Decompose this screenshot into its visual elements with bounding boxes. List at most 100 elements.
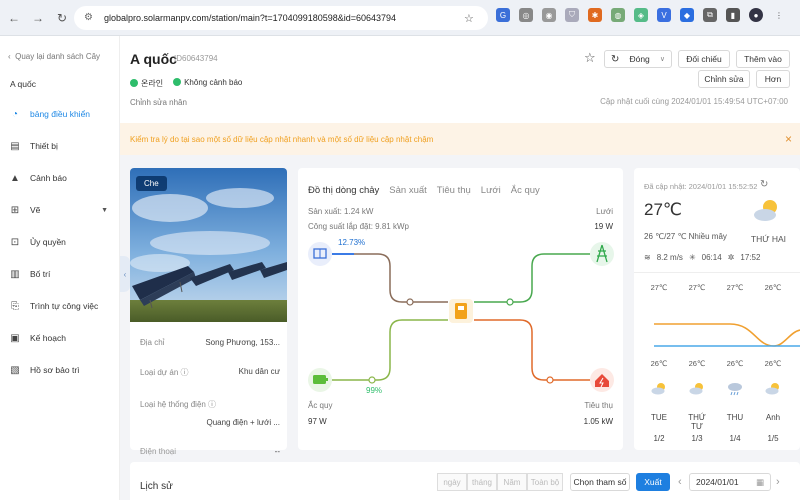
refresh-icon[interactable]: ↻ [760, 179, 768, 190]
sidebar-item-layout[interactable]: ▥ Bố trí [0, 264, 120, 284]
segment-year[interactable]: Năm [497, 473, 527, 491]
workflow-icon: ⎘ [11, 300, 19, 312]
notice-text[interactable]: Kiểm tra lý do tại sao một số dữ liệu cậ… [130, 135, 433, 144]
prev-date-icon[interactable]: ‹ [678, 476, 682, 488]
forecast-low: 26℃ [726, 359, 744, 368]
wind-speed: 8.2 m/s [656, 253, 683, 262]
forecast-low: 26℃ [764, 359, 782, 368]
online-status-label: 온라인 [141, 79, 164, 88]
forecast-day: THU [726, 413, 744, 422]
extension-icon[interactable]: ◉ [542, 8, 556, 22]
station-id: ID60643794 [174, 54, 218, 63]
sidebar-item-alerts[interactable]: ▲ Cảnh báo [0, 168, 120, 188]
weather-divider [634, 272, 800, 273]
extensions-puzzle-icon[interactable]: ⧉ [703, 8, 717, 22]
segment-day[interactable]: ngày [437, 473, 467, 491]
translate-extension-icon[interactable]: G [496, 8, 510, 22]
weather-temperature: 27℃ [644, 200, 683, 219]
authorize-icon: ⊡ [10, 236, 20, 248]
forward-arrow-icon[interactable]: → [28, 8, 48, 28]
alert-status: Không cảnh báo [173, 78, 242, 89]
back-to-list-link[interactable]: ‹ Quay lại danh sách Cây [8, 52, 100, 61]
edit-person-link[interactable]: Chỉnh sửa nhân [130, 98, 187, 107]
sidebar-item-label: bảng điều khiển [30, 109, 91, 119]
inverter-icon [455, 303, 467, 319]
photo-badge[interactable]: Che [136, 176, 167, 191]
back-to-list-label: Quay lại danh sách Cây [15, 52, 101, 61]
date-picker[interactable]: 2024/01/01 ▦ [689, 473, 771, 491]
edit-button[interactable]: Chỉnh sửa [698, 70, 750, 88]
close-icon[interactable]: × [785, 132, 792, 146]
forecast-day: TUE [651, 413, 667, 422]
collapse-sidebar-handle[interactable]: ‹ [120, 256, 130, 292]
status-row: 온라인 Không cảnh báo [130, 78, 242, 89]
grid-flow-dot [506, 298, 514, 306]
sidebar-item-draw[interactable]: ⊞ Vẽ ▼ [0, 200, 120, 220]
power-flow-card: Đồ thị dòng chảy Sản xuất Tiêu thụ Lưới … [298, 168, 623, 450]
favorite-star-icon[interactable]: ☆ [584, 50, 596, 66]
project-type-value: Khu dân cư [238, 367, 280, 376]
layout-icon: ▥ [10, 268, 20, 280]
select-params-button[interactable]: Chọn tham số [570, 473, 630, 491]
profile-avatar[interactable]: ● [749, 8, 763, 22]
weather-card: Đã cập nhật: 2024/01/01 15:52:52 ↻ 27℃ 2… [634, 168, 800, 450]
segment-all[interactable]: Toàn bộ [527, 473, 563, 491]
add-button[interactable]: Thêm vào [736, 50, 790, 68]
address-bar[interactable]: ⚙ globalpro.solarmanpv.com/station/main?… [74, 6, 488, 30]
sunrise-icon: ✳ [688, 253, 696, 262]
forecast-date: 1/5 [767, 434, 779, 443]
sidebar-item-authorize[interactable]: ⊡ Ủy quyền [0, 232, 120, 252]
extension-icon[interactable]: ◎ [519, 8, 533, 22]
sidebar-item-plan[interactable]: ▣ Kế hoạch [0, 328, 120, 348]
chevron-down-icon: ▼ [101, 206, 108, 214]
sidebar-item-devices[interactable]: ▤ Thiết bị [0, 136, 120, 156]
refresh-dropdown-label: Đóng [629, 54, 650, 64]
forecast-high: 26℃ [764, 283, 782, 292]
phone-label: Điện thoại [140, 447, 177, 456]
sidebar-item-dashboard[interactable]: ◔ bảng điều khiển [0, 104, 120, 124]
address-row: Địa chỉ Song Phương, 153... [140, 338, 280, 347]
back-arrow-icon[interactable]: ← [4, 8, 24, 28]
address-value: Song Phương, 153... [205, 338, 280, 347]
sidebar-item-label: Vẽ [30, 205, 41, 215]
globe-extension-icon[interactable]: ◍ [611, 8, 625, 22]
browser-toolbar: ← → ↻ ⚙ globalpro.solarmanpv.com/station… [0, 0, 800, 36]
site-name: A quốc [10, 79, 36, 89]
refresh-dropdown[interactable]: ↻ Đóng ∨ [604, 50, 672, 68]
sidebar-item-label: Bố trí [30, 269, 51, 279]
shield-extension-icon[interactable]: ⛉ [565, 8, 579, 22]
sidebar-item-maintenance[interactable]: ▧ Hồ sơ bảo trì [0, 360, 120, 380]
sidebar-item-label: Kế hoạch [30, 333, 66, 343]
export-button[interactable]: Xuất [636, 473, 670, 491]
page-title: A quốc [130, 51, 177, 67]
extension-icon[interactable]: ◈ [634, 8, 648, 22]
extensions-row: G ◎ ◉ ⛉ ✱ ◍ ◈ V ◆ ⧉ ▮ ● ⋮ [496, 8, 786, 22]
consumption-flow-line [474, 319, 590, 381]
plan-icon: ▣ [10, 332, 20, 344]
sidebar-toggle-icon[interactable]: ▮ [726, 8, 740, 22]
vpn-extension-icon[interactable]: V [657, 8, 671, 22]
system-type-value: Quang điện + lưới ... [206, 418, 280, 427]
compare-button[interactable]: Đối chiếu [678, 50, 730, 68]
project-type-row: Loại dự án ⓘ Khu dân cư [140, 367, 280, 378]
sunset-icon: ✲ [727, 253, 735, 262]
extension-icon[interactable]: ◆ [680, 8, 694, 22]
segment-month[interactable]: tháng [467, 473, 497, 491]
forecast-day: THỨ TƯ [688, 413, 706, 431]
forecast-date: 1/2 [653, 434, 665, 443]
extension-icon[interactable]: ✱ [588, 8, 602, 22]
next-date-icon[interactable]: › [776, 476, 780, 488]
site-info-icon[interactable]: ⚙ [84, 12, 96, 24]
partly-cloudy-icon [765, 381, 781, 399]
bookmark-star-icon[interactable]: ☆ [464, 12, 480, 25]
more-button[interactable]: Hơn [756, 70, 790, 88]
menu-kebab-icon[interactable]: ⋮ [772, 8, 786, 22]
sidebar: ‹ Quay lại danh sách Cây A quốc ◔ bảng đ… [0, 36, 120, 500]
sunrise-time: 06:14 [701, 253, 722, 262]
reload-icon[interactable]: ↻ [52, 8, 72, 28]
history-title: Lịch sử [140, 481, 173, 492]
partly-cloudy-icon [689, 381, 705, 399]
forecast-date: 1/3 [691, 434, 703, 443]
sidebar-item-workflow[interactable]: ⎘ Trình tự công việc [0, 296, 120, 316]
system-type-row: Loại hệ thống điện ⓘ [140, 399, 280, 410]
